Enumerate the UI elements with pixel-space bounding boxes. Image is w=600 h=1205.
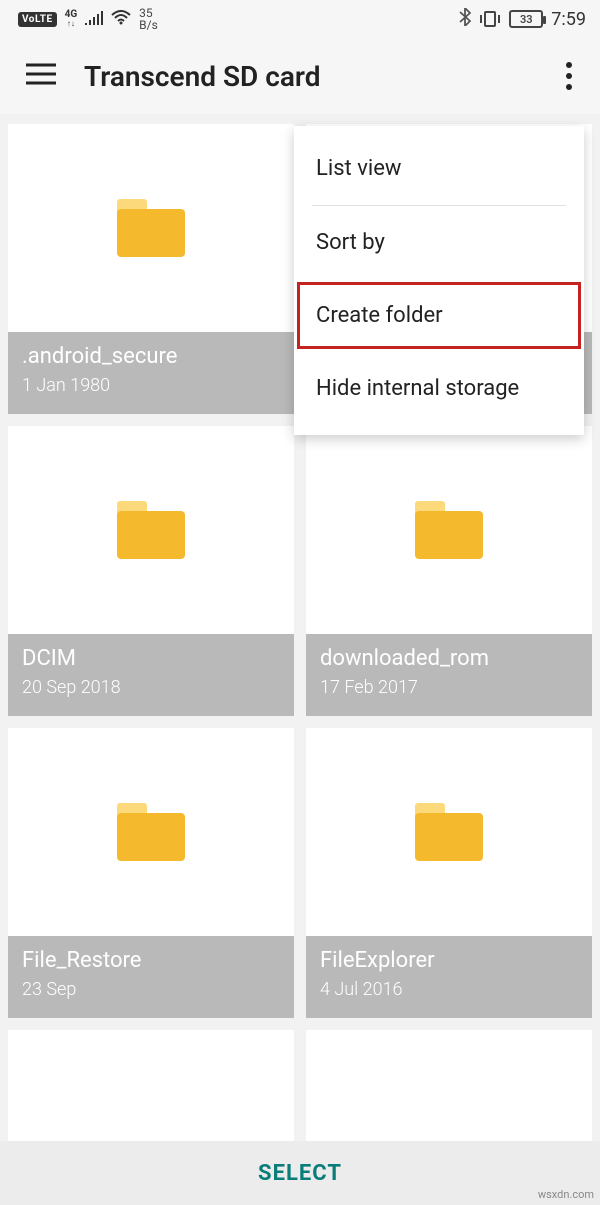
folder-tile[interactable]: File_Restore 23 Sep [8,728,294,1018]
folder-icon [117,199,185,257]
folder-date: 17 Feb 2017 [320,677,578,698]
vibrate-icon [479,10,501,28]
folder-tile[interactable]: downloaded_rom 17 Feb 2017 [306,426,592,716]
app-toolbar: Transcend SD card [0,38,600,114]
network-4g-indicator: 4G ↑↓ [65,10,78,28]
menu-item-create-folder[interactable]: Create folder [294,279,584,352]
folder-name: downloaded_rom [320,646,578,671]
page-title: Transcend SD card [84,60,528,93]
folder-icon [117,501,185,559]
status-bar: VoLTE 4G ↑↓ 35 B/s 33 7:59 [0,0,600,38]
folder-tile[interactable]: .android_secure 1 Jan 1980 [8,124,294,414]
folder-date: 20 Sep 2018 [22,677,280,698]
folder-name: FileExplorer [320,948,578,973]
clock: 7:59 [551,9,586,30]
folder-tile[interactable]: DCIM 20 Sep 2018 [8,426,294,716]
folder-icon [415,501,483,559]
folder-name: DCIM [22,646,280,671]
folder-icon [117,803,185,861]
bluetooth-icon [459,8,471,30]
volte-badge: VoLTE [18,12,57,27]
folder-date: 4 Jul 2016 [320,979,578,1000]
menu-item-sort-by[interactable]: Sort by [294,206,584,279]
select-button[interactable]: SELECT [0,1141,600,1205]
watermark: wsxdn.com [538,1188,594,1201]
folder-icon [415,803,483,861]
battery-indicator: 33 [509,10,543,28]
menu-icon[interactable] [26,63,56,89]
folder-name: File_Restore [22,948,280,973]
network-speed: 35 B/s [139,7,158,31]
folder-date: 23 Sep [22,979,280,1000]
folder-tile[interactable] [8,1030,294,1150]
wifi-icon [111,10,131,29]
select-label: SELECT [258,1161,342,1186]
folder-date: 1 Jan 1980 [22,375,280,396]
overflow-menu-icon[interactable] [556,54,582,98]
folder-name: .android_secure [22,344,280,369]
folder-tile[interactable] [306,1030,592,1150]
signal-icon [85,10,103,29]
folder-tile[interactable]: FileExplorer 4 Jul 2016 [306,728,592,1018]
overflow-menu: List view Sort by Create folder Hide int… [294,126,584,435]
menu-item-list-view[interactable]: List view [294,132,584,205]
menu-item-hide-internal[interactable]: Hide internal storage [294,352,584,425]
